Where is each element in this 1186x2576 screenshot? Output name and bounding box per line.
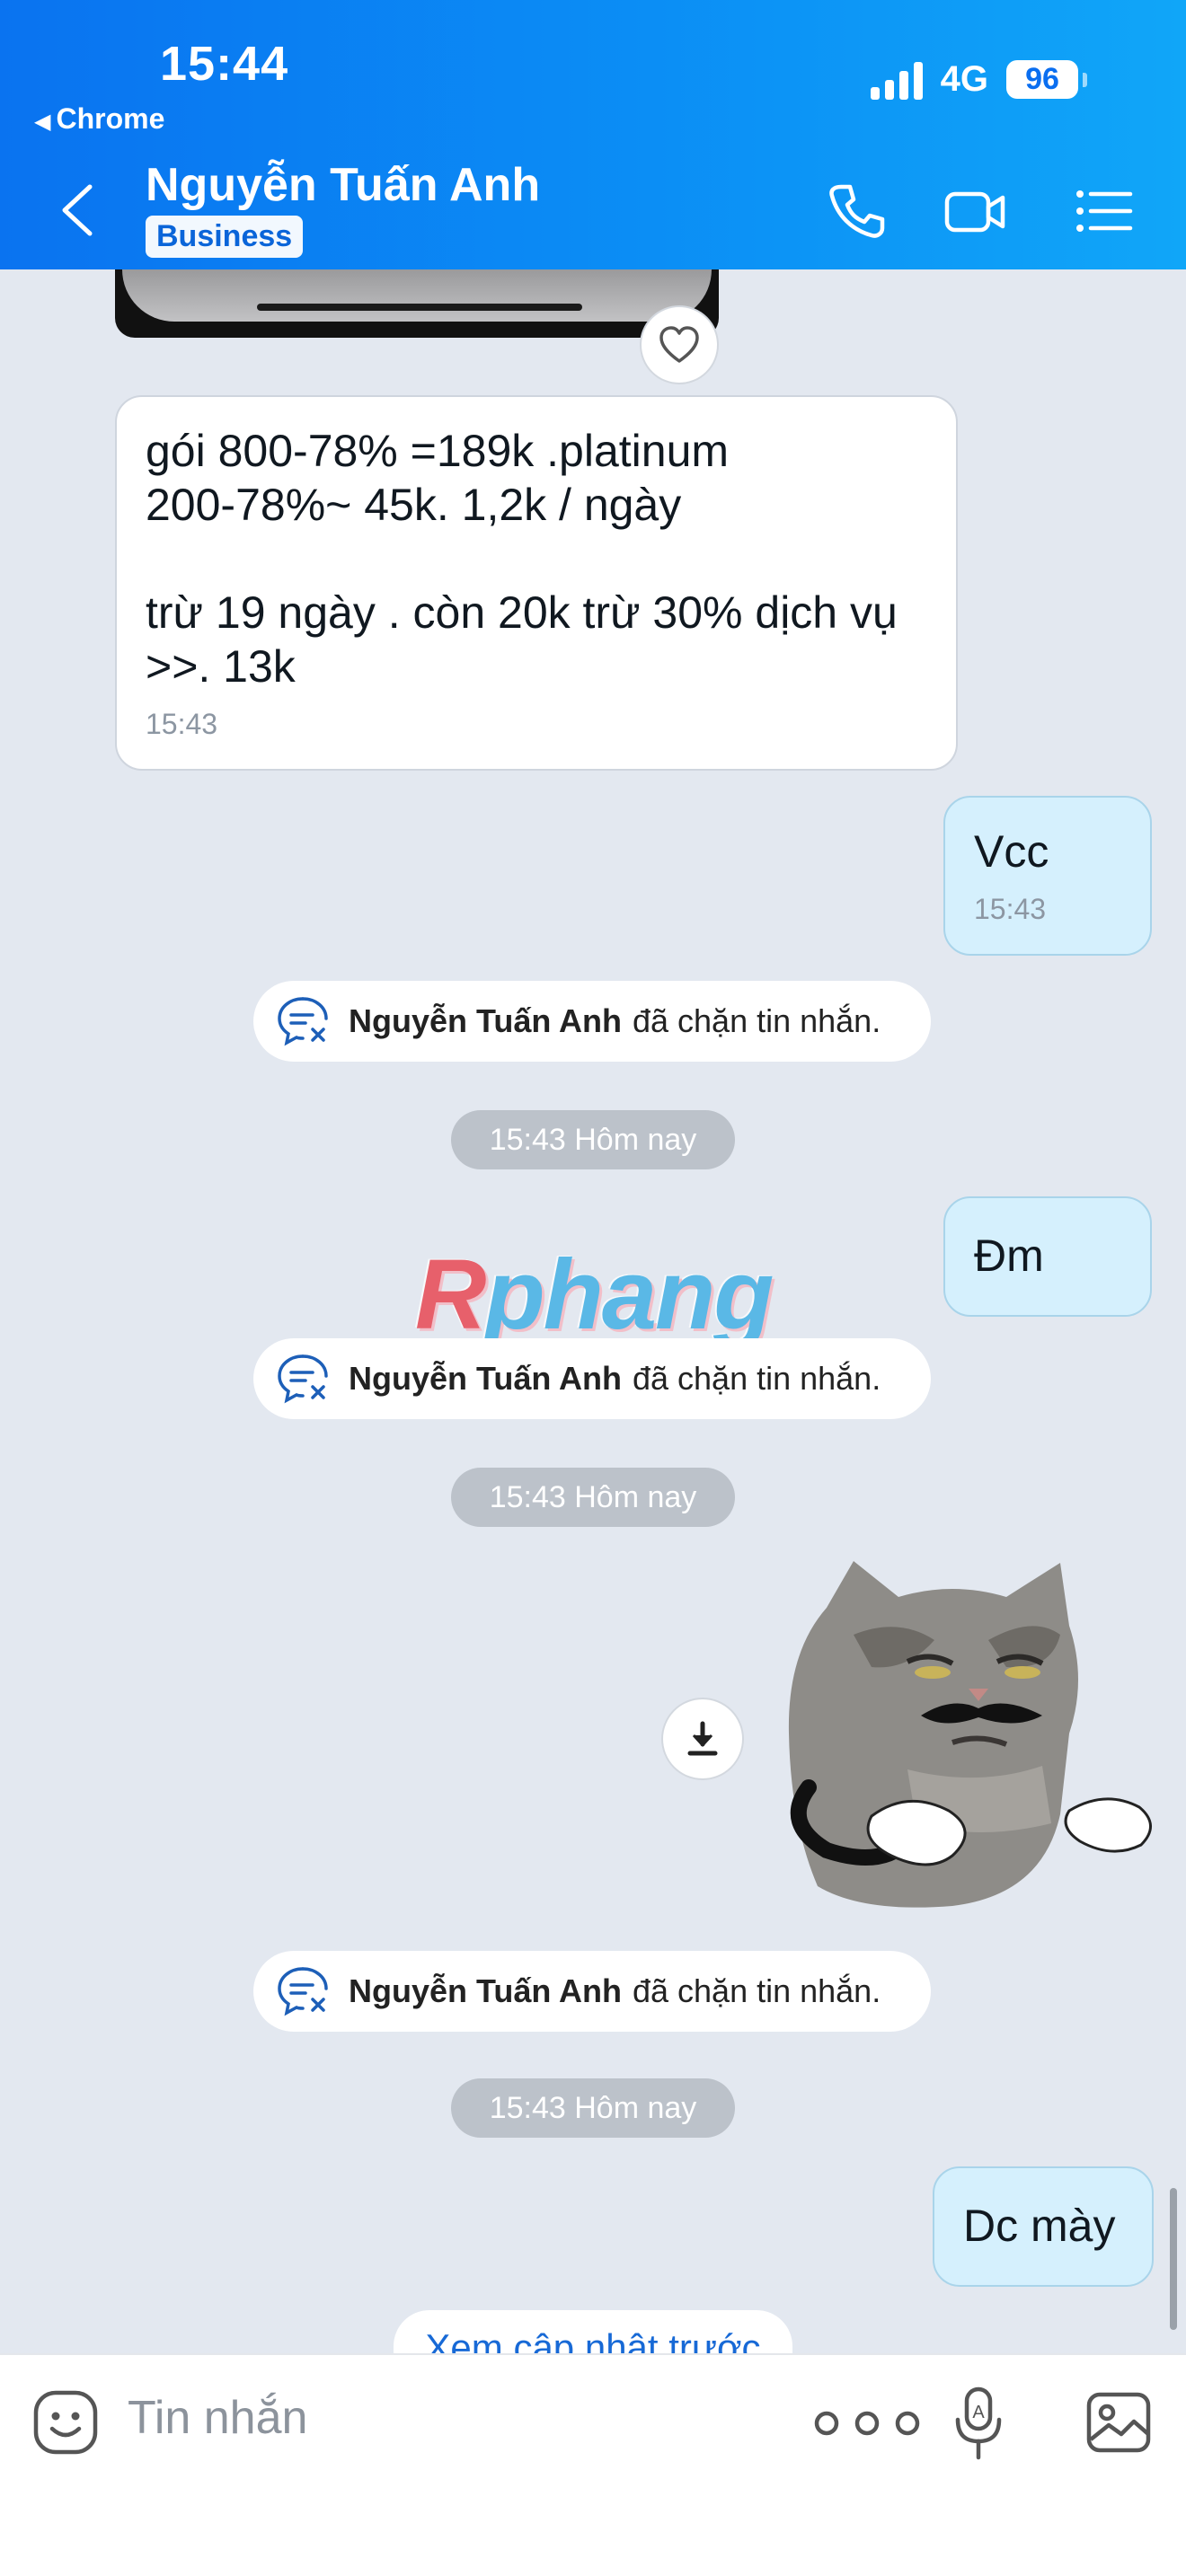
outgoing-message[interactable]: Vcc 15:43 bbox=[943, 796, 1152, 956]
message-text: Vcc bbox=[974, 826, 1049, 877]
emoji-icon[interactable] bbox=[32, 2389, 99, 2456]
message-text: Đm bbox=[974, 1231, 1044, 1281]
notice-text: đã chặn tin nhắn. bbox=[632, 1972, 881, 2009]
blocker-name: Nguyễn Tuấn Anh bbox=[349, 1360, 622, 1397]
business-badge: Business bbox=[146, 216, 304, 258]
message-text: gói 800-78% =189k .platinum 200-78%~ 45k… bbox=[146, 426, 898, 692]
blocked-message-icon bbox=[278, 1354, 328, 1404]
image-icon[interactable] bbox=[1085, 2391, 1152, 2454]
contact-name[interactable]: Nguyễn Tuấn Anh bbox=[146, 158, 540, 212]
message-time: 15:43 bbox=[974, 893, 1047, 925]
message-composer: Tin nhắn A bbox=[0, 2353, 1186, 2576]
cellular-signal-icon bbox=[870, 60, 923, 100]
cat-sticker[interactable] bbox=[773, 1554, 1168, 1931]
blocked-notice: Nguyễn Tuấn Anh đã chặn tin nhắn. bbox=[253, 1338, 931, 1419]
video-camera-icon[interactable] bbox=[943, 180, 1006, 243]
time-separator: 15:43 Hôm nay bbox=[451, 1468, 735, 1527]
back-to-app-link[interactable]: ◀ Chrome bbox=[34, 102, 164, 136]
svg-text:A: A bbox=[972, 2403, 985, 2422]
heart-icon bbox=[659, 326, 699, 363]
time-separator: 15:43 Hôm nay bbox=[451, 2078, 735, 2138]
microphone-icon[interactable]: A bbox=[952, 2386, 1005, 2463]
image-message-bottom[interactable] bbox=[115, 269, 719, 338]
chat-header: 15:44 ◀ Chrome 4G 96 Nguyễn Tuấn Anh Busi… bbox=[0, 0, 1186, 269]
back-triangle-icon: ◀ bbox=[34, 110, 51, 134]
phone-icon[interactable] bbox=[825, 180, 888, 243]
outgoing-message[interactable]: Đm bbox=[943, 1196, 1152, 1317]
blocked-message-icon bbox=[278, 997, 328, 1046]
status-time: 15:44 bbox=[160, 37, 289, 91]
battery-level: 96 bbox=[1006, 60, 1087, 99]
outgoing-message[interactable]: Dc mày bbox=[933, 2166, 1154, 2287]
react-heart-button[interactable] bbox=[640, 305, 719, 384]
blocked-notice: Nguyễn Tuấn Anh đã chặn tin nhắn. bbox=[253, 981, 931, 1062]
notice-text: đã chặn tin nhắn. bbox=[632, 1002, 881, 1039]
download-button[interactable] bbox=[661, 1698, 744, 1780]
message-input[interactable]: Tin nhắn bbox=[128, 2391, 307, 2445]
incoming-message[interactable]: gói 800-78% =189k .platinum 200-78%~ 45k… bbox=[115, 395, 958, 771]
list-menu-icon[interactable] bbox=[1073, 180, 1136, 243]
network-type: 4G bbox=[940, 59, 988, 99]
blocker-name: Nguyễn Tuấn Anh bbox=[349, 1002, 622, 1039]
time-separator: 15:43 Hôm nay bbox=[451, 1110, 735, 1169]
back-chevron-icon[interactable] bbox=[56, 181, 101, 239]
blocker-name: Nguyễn Tuấn Anh bbox=[349, 1972, 622, 2009]
back-app-label: Chrome bbox=[56, 102, 165, 135]
watermark-logo: Rphang bbox=[415, 1239, 774, 1350]
status-indicators: 4G 96 bbox=[870, 59, 1087, 100]
download-icon bbox=[687, 1721, 718, 1756]
blocked-notice: Nguyễn Tuấn Anh đã chặn tin nhắn. bbox=[253, 1951, 931, 2032]
notice-text: đã chặn tin nhắn. bbox=[632, 1360, 881, 1397]
more-options-icon[interactable] bbox=[807, 2396, 927, 2450]
blocked-message-icon bbox=[278, 1967, 328, 2016]
message-time: 15:43 bbox=[146, 708, 218, 740]
message-text: Dc mày bbox=[963, 2201, 1116, 2251]
chat-scrollbar[interactable] bbox=[1170, 2188, 1177, 2330]
